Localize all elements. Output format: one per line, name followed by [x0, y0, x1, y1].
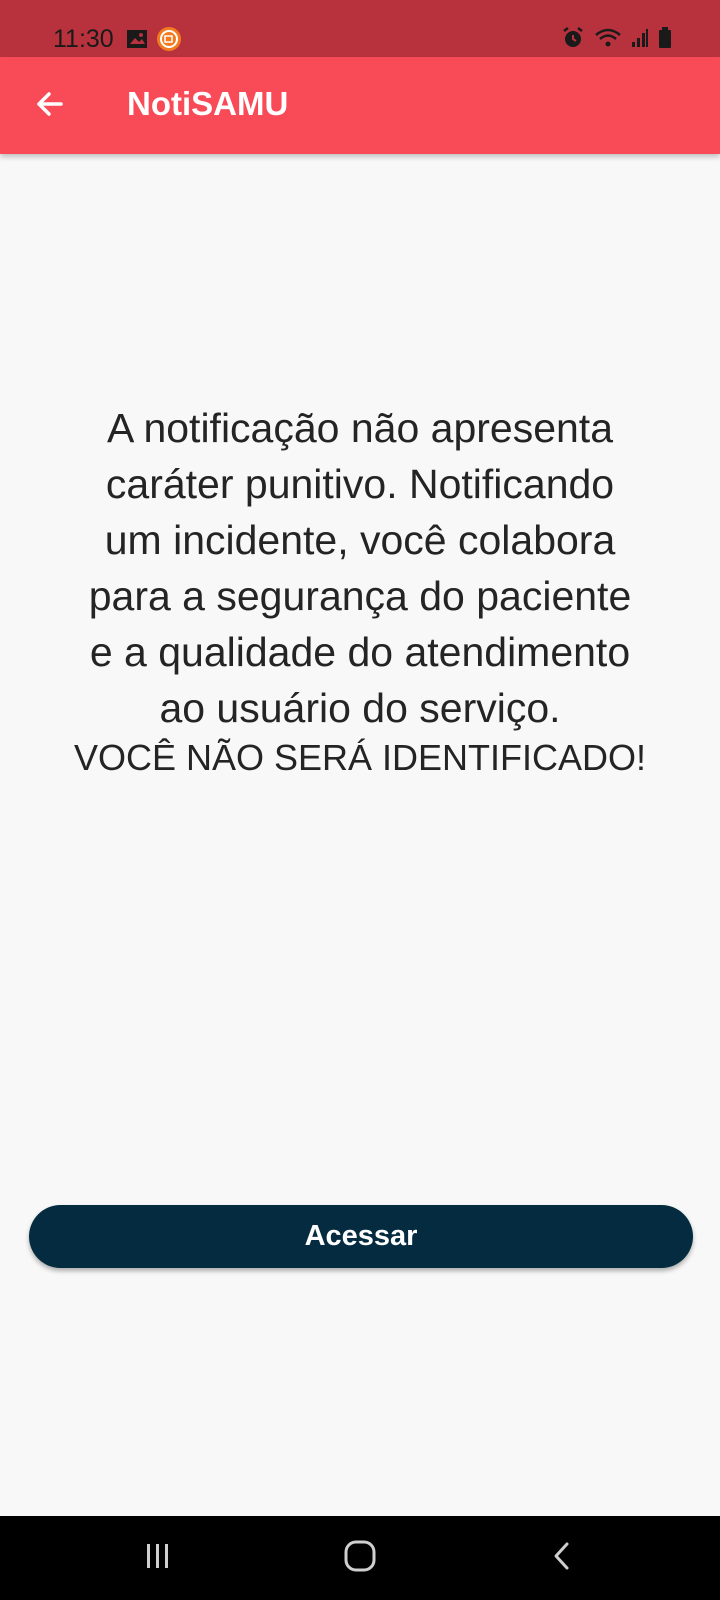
access-button[interactable]: Acessar — [29, 1205, 693, 1268]
notice-line: e a qualidade do atendimento — [89, 629, 631, 675]
wifi-icon — [594, 27, 622, 54]
app-bar: NotiSAMU — [0, 57, 720, 154]
status-time: 11:30 — [53, 25, 114, 53]
alarm-icon — [561, 26, 585, 55]
nav-back-button[interactable] — [532, 1534, 592, 1582]
back-button[interactable] — [24, 81, 74, 131]
notice-line: um incidente, você colabora — [104, 517, 616, 563]
home-icon — [343, 1539, 377, 1578]
battery-icon — [658, 27, 672, 54]
status-bar: 11:30 — [0, 0, 720, 57]
notice-line: caráter punitivo. Notificando — [105, 461, 615, 507]
page-title: NotiSAMU — [127, 85, 289, 122]
notice-line: ao usuário do serviço. — [159, 685, 561, 731]
access-button-label: Acessar — [304, 1220, 418, 1252]
back-icon — [550, 1541, 574, 1576]
notice-line: A notificação não apresenta — [106, 405, 614, 451]
home-button[interactable] — [330, 1534, 390, 1582]
notice-text: A notificação não apresenta caráter puni… — [20, 400, 700, 736]
system-nav-bar — [0, 1516, 720, 1600]
notice-message: A notificação não apresenta caráter puni… — [20, 400, 700, 780]
image-icon — [126, 29, 148, 54]
notice-line: para a segurança do paciente — [88, 573, 632, 619]
screen-recorder-icon — [156, 26, 182, 57]
signal-icon — [631, 28, 649, 53]
anonymity-warning: VOCÊ NÃO SERÁ IDENTIFICADO! — [73, 737, 647, 778]
arrow-left-icon — [34, 89, 64, 124]
recent-apps-icon — [143, 1542, 173, 1575]
recent-apps-button[interactable] — [128, 1534, 188, 1582]
